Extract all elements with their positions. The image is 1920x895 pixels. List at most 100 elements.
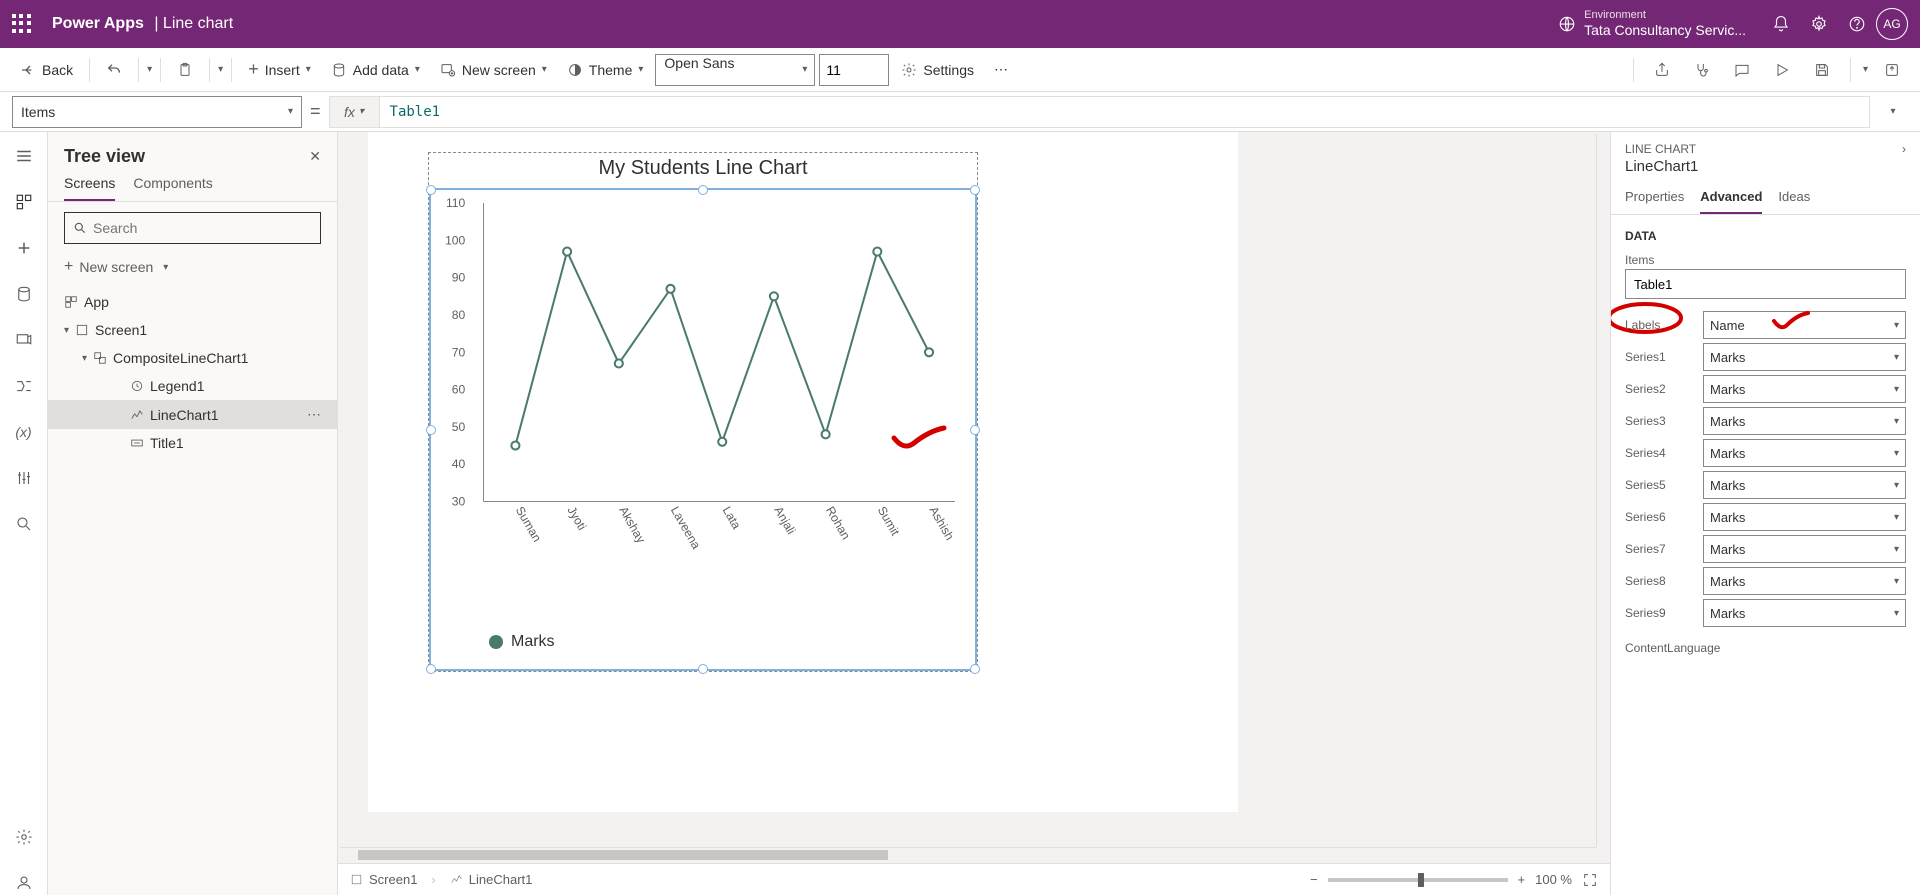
- svg-text:30: 30: [452, 495, 466, 509]
- zoom-in-button[interactable]: +: [1518, 872, 1526, 887]
- property-select[interactable]: Items▾: [12, 96, 302, 128]
- series6-select[interactable]: Marks▾: [1703, 503, 1906, 531]
- series1-select[interactable]: Marks▾: [1703, 343, 1906, 371]
- series4-row: Series4Marks▾: [1611, 437, 1920, 469]
- scrollbar-horizontal[interactable]: [340, 847, 1596, 861]
- save-button[interactable]: [1806, 58, 1838, 82]
- settings-button[interactable]: Settings: [893, 58, 982, 82]
- data-rail-icon[interactable]: [12, 282, 36, 306]
- expand-icon[interactable]: ›: [1902, 142, 1906, 156]
- series6-row: Series6Marks▾: [1611, 501, 1920, 533]
- hamburger-icon[interactable]: [12, 144, 36, 168]
- chart-container[interactable]: My Students Line Chart 30405060708090100…: [428, 152, 978, 672]
- formula-input-container: fx▾ Table1: [329, 96, 1870, 128]
- undo-button[interactable]: [98, 58, 130, 82]
- font-size-input[interactable]: [819, 54, 889, 86]
- tree-item-screen1[interactable]: ▾Screen1: [48, 316, 337, 344]
- series3-label: Series3: [1625, 414, 1695, 428]
- preview-button[interactable]: [1766, 58, 1798, 82]
- svg-text:Rohan: Rohan: [823, 504, 853, 542]
- chart-plot: 30405060708090100110SumanJyotiAkshayLave…: [439, 198, 965, 552]
- tab-ideas[interactable]: Ideas: [1778, 183, 1810, 214]
- avatar[interactable]: AG: [1876, 8, 1908, 40]
- chevron-down-icon[interactable]: ▾: [218, 64, 223, 75]
- search-icon: [73, 221, 87, 235]
- tree-item-app[interactable]: App: [48, 288, 337, 316]
- chevron-down-icon[interactable]: ▾: [1863, 64, 1868, 75]
- zoom-slider[interactable]: [1328, 878, 1508, 882]
- settings-rail-icon[interactable]: [12, 825, 36, 849]
- paste-button[interactable]: [169, 58, 201, 82]
- font-family-select[interactable]: Open Sans: [655, 54, 815, 86]
- tab-screens[interactable]: Screens: [64, 175, 115, 201]
- svg-text:40: 40: [452, 457, 466, 471]
- series2-select[interactable]: Marks▾: [1703, 375, 1906, 403]
- insert-rail-icon[interactable]: [12, 236, 36, 260]
- close-icon[interactable]: ✕: [309, 148, 321, 165]
- scrollbar-vertical[interactable]: [1596, 134, 1610, 847]
- tree-view-icon[interactable]: [12, 190, 36, 214]
- zoom-out-button[interactable]: −: [1310, 872, 1318, 887]
- zoom-level: 100 %: [1535, 872, 1572, 887]
- app-name: Power Apps: [52, 15, 144, 33]
- series7-row: Series7Marks▾: [1611, 533, 1920, 565]
- expand-formula-button[interactable]: ▾: [1878, 106, 1908, 117]
- flows-rail-icon[interactable]: [12, 374, 36, 398]
- series9-label: Series9: [1625, 606, 1695, 620]
- series8-label: Series8: [1625, 574, 1695, 588]
- fit-icon[interactable]: [1582, 872, 1598, 888]
- tree-item-composite[interactable]: ▾CompositeLineChart1: [48, 344, 337, 372]
- app-checker-button[interactable]: [1686, 58, 1718, 82]
- series4-select[interactable]: Marks▾: [1703, 439, 1906, 467]
- screen-icon: [75, 323, 89, 337]
- comments-button[interactable]: [1726, 58, 1758, 82]
- series5-select[interactable]: Marks▾: [1703, 471, 1906, 499]
- add-data-button[interactable]: Add data▾: [323, 58, 428, 82]
- notifications-icon[interactable]: [1762, 5, 1800, 43]
- fx-icon[interactable]: fx▾: [330, 97, 380, 127]
- search-rail-icon[interactable]: [12, 512, 36, 536]
- tree-item-legend[interactable]: Legend1: [48, 372, 337, 400]
- tab-advanced[interactable]: Advanced: [1700, 183, 1762, 214]
- more-button[interactable]: ⋯: [986, 57, 1016, 82]
- tab-properties[interactable]: Properties: [1625, 183, 1684, 214]
- help-icon[interactable]: [1838, 5, 1876, 43]
- items-input[interactable]: [1625, 269, 1906, 299]
- publish-button[interactable]: [1876, 58, 1908, 82]
- theme-button[interactable]: Theme▾: [559, 58, 652, 82]
- tree-search[interactable]: [64, 212, 321, 244]
- search-input[interactable]: [93, 220, 312, 236]
- breadcrumb-control[interactable]: LineChart1: [450, 872, 533, 887]
- variables-rail-icon[interactable]: (x): [12, 420, 36, 444]
- new-screen-tree-button[interactable]: +New screen▾: [64, 254, 321, 280]
- screen-canvas[interactable]: My Students Line Chart 30405060708090100…: [368, 132, 1238, 812]
- left-rail: (x): [0, 132, 48, 895]
- tree-item-linechart[interactable]: LineChart1⋯: [48, 400, 337, 429]
- breadcrumb-screen[interactable]: Screen1: [350, 872, 417, 887]
- environment-picker[interactable]: EnvironmentTata Consultancy Servic...: [1558, 9, 1746, 39]
- chevron-down-icon[interactable]: ▾: [147, 64, 152, 75]
- virtual-agent-icon[interactable]: [12, 871, 36, 895]
- svg-text:Sumit: Sumit: [875, 504, 903, 538]
- more-icon[interactable]: ⋯: [307, 406, 329, 423]
- tools-rail-icon[interactable]: [12, 466, 36, 490]
- tree-item-title[interactable]: Title1: [48, 429, 337, 457]
- new-screen-button[interactable]: New screen▾: [432, 58, 555, 82]
- back-button[interactable]: Back: [12, 58, 81, 82]
- canvas[interactable]: My Students Line Chart 30405060708090100…: [338, 132, 1610, 895]
- share-button[interactable]: [1646, 58, 1678, 82]
- series9-select[interactable]: Marks▾: [1703, 599, 1906, 627]
- series7-select[interactable]: Marks▾: [1703, 535, 1906, 563]
- app-icon: [64, 295, 78, 309]
- settings-icon[interactable]: [1800, 5, 1838, 43]
- labels-select[interactable]: Name▾: [1703, 311, 1906, 339]
- insert-button[interactable]: +Insert▾: [240, 55, 319, 84]
- svg-text:60: 60: [452, 383, 466, 397]
- media-rail-icon[interactable]: [12, 328, 36, 352]
- tab-components[interactable]: Components: [133, 175, 212, 201]
- page-title: | Line chart: [150, 15, 233, 33]
- waffle-icon[interactable]: [12, 14, 32, 34]
- series8-select[interactable]: Marks▾: [1703, 567, 1906, 595]
- formula-input[interactable]: Table1: [380, 104, 1869, 120]
- series3-select[interactable]: Marks▾: [1703, 407, 1906, 435]
